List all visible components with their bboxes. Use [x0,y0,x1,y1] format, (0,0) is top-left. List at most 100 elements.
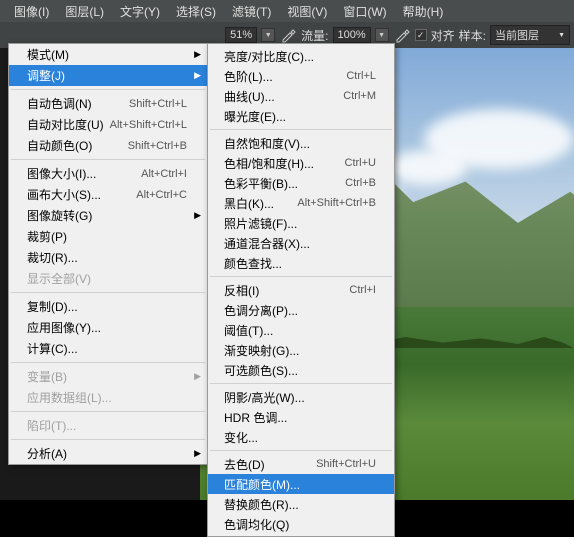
menu-item-label: 阈值(T)... [224,322,376,339]
menubar-item[interactable]: 选择(S) [168,3,224,20]
menu-item[interactable]: 裁切(R)... [9,247,207,268]
menu-item[interactable]: 图像旋转(G) ▶ [9,205,207,226]
menu-item[interactable]: 匹配颜色(M)... [208,474,394,494]
menu-item[interactable]: 曝光度(E)... [208,106,394,126]
menu-item-label: 自然饱和度(V)... [224,135,376,152]
menu-item-label: 计算(C)... [27,340,187,357]
menu-item[interactable]: 色调分离(P)... [208,300,394,320]
menu-shortcut: Ctrl+M [343,90,376,102]
menu-shortcut: Ctrl+I [349,284,376,296]
menu-item[interactable]: 自然饱和度(V)... [208,133,394,153]
menu-item[interactable]: 去色(D)Shift+Ctrl+U [208,454,394,474]
menubar-item[interactable]: 窗口(W) [335,3,394,20]
menu-item[interactable]: 变化... [208,427,394,447]
menu-item[interactable]: 渐变映射(G)... [208,340,394,360]
menu-separator [11,411,205,412]
menu-item[interactable]: 替换颜色(R)... [208,494,394,514]
menu-item[interactable]: 照片滤镜(F)... [208,213,394,233]
menu-item-label: 图像旋转(G) [27,207,187,224]
menu-item-label: 图像大小(I)... [27,165,141,182]
menu-item-label: 去色(D) [224,456,316,473]
menu-item-label: 色调均化(Q) [224,516,376,533]
sample-dropdown[interactable]: 当前图层 ▼ [490,25,570,45]
submenu-arrow-icon: ▶ [194,210,201,221]
align-checkbox[interactable]: ✓ [415,29,427,41]
menu-item: 陷印(T)... [9,415,207,436]
menu-item-label: 自动色调(N) [27,95,129,112]
opacity-dropdown-icon[interactable]: ▼ [261,28,275,42]
menu-shortcut: Ctrl+U [345,157,376,169]
menu-item[interactable]: 复制(D)... [9,296,207,317]
menu-item-label: 渐变映射(G)... [224,342,376,359]
menu-item[interactable]: 图像大小(I)...Alt+Ctrl+I [9,163,207,184]
menu-shortcut: Shift+Ctrl+L [129,98,187,110]
menu-item-label: 反相(I) [224,282,349,299]
menu-item[interactable]: 自动色调(N)Shift+Ctrl+L [9,93,207,114]
menu-item[interactable]: 阴影/高光(W)... [208,387,394,407]
menu-item: 显示全部(V) [9,268,207,289]
menu-item[interactable]: 黑白(K)...Alt+Shift+Ctrl+B [208,193,394,213]
menu-item-label: 变化... [224,429,376,446]
menu-item-label: 调整(J) [27,67,187,84]
menu-item-label: 曝光度(E)... [224,108,376,125]
menu-item[interactable]: 通道混合器(X)... [208,233,394,253]
menu-item-label: 陷印(T)... [27,417,187,434]
menubar-item[interactable]: 文字(Y) [112,3,168,20]
submenu-arrow-icon: ▶ [194,49,201,60]
menu-item-label: 黑白(K)... [224,195,297,212]
menu-item[interactable]: 阈值(T)... [208,320,394,340]
menu-item-label: 模式(M) [27,46,187,63]
menubar-item[interactable]: 图层(L) [57,3,112,20]
submenu-arrow-icon: ▶ [194,371,201,382]
menu-item[interactable]: 裁剪(P) [9,226,207,247]
menu-item-label: 阴影/高光(W)... [224,389,376,406]
menubar-item[interactable]: 视图(V) [279,3,335,20]
flow-value[interactable]: 100% [333,27,371,43]
menu-item-label: 应用图像(Y)... [27,319,187,336]
menu-item[interactable]: 颜色查找... [208,253,394,273]
menu-item[interactable]: 调整(J)▶ [9,65,207,86]
menu-item[interactable]: 分析(A)▶ [9,443,207,464]
menu-shortcut: Shift+Ctrl+U [316,458,376,470]
menu-item[interactable]: 应用图像(Y)... [9,317,207,338]
menu-item[interactable]: 自动对比度(U)Alt+Shift+Ctrl+L [9,114,207,135]
menu-item[interactable]: 色调均化(Q) [208,514,394,534]
menu-item-label: 亮度/对比度(C)... [224,48,376,65]
menu-item-label: 可选颜色(S)... [224,362,376,379]
menubar-item[interactable]: 滤镜(T) [224,3,279,20]
menu-item[interactable]: 色相/饱和度(H)...Ctrl+U [208,153,394,173]
menu-shortcut: Alt+Ctrl+C [136,189,187,201]
menu-item[interactable]: 色阶(L)...Ctrl+L [208,66,394,86]
menu-item[interactable]: 曲线(U)...Ctrl+M [208,86,394,106]
menu-item[interactable]: HDR 色调... [208,407,394,427]
menu-item[interactable]: 自动颜色(O)Shift+Ctrl+B [9,135,207,156]
menu-item-label: 色调分离(P)... [224,302,376,319]
menu-shortcut: Alt+Ctrl+I [141,168,187,180]
menu-item-label: 裁切(R)... [27,249,187,266]
flow-dropdown-icon[interactable]: ▼ [375,28,389,42]
menu-shortcut: Ctrl+B [345,177,376,189]
pressure-opacity-icon[interactable] [279,27,297,43]
menu-item-label: 颜色查找... [224,255,376,272]
menu-separator [210,383,392,384]
menu-shortcut: Ctrl+L [346,70,376,82]
menu-item[interactable]: 亮度/对比度(C)... [208,46,394,66]
menu-item[interactable]: 可选颜色(S)... [208,360,394,380]
menu-item-label: 色阶(L)... [224,68,346,85]
menu-item-label: 曲线(U)... [224,88,343,105]
airbrush-icon[interactable] [393,27,411,43]
opacity-value[interactable]: 51% [225,27,257,43]
menu-item-label: 变量(B) [27,368,187,385]
menu-item[interactable]: 模式(M) ▶ [9,44,207,65]
menu-item[interactable]: 计算(C)... [9,338,207,359]
menu-item[interactable]: 画布大小(S)...Alt+Ctrl+C [9,184,207,205]
menu-item[interactable]: 色彩平衡(B)...Ctrl+B [208,173,394,193]
chevron-down-icon: ▼ [558,32,565,39]
menu-separator [11,159,205,160]
menubar-item[interactable]: 图像(I) [6,3,57,20]
menu-item[interactable]: 反相(I)Ctrl+I [208,280,394,300]
menu-item-label: 画布大小(S)... [27,186,136,203]
image-menu: 模式(M)▶调整(J)▶自动色调(N)Shift+Ctrl+L自动对比度(U)A… [8,43,208,465]
menu-item-label: 裁剪(P) [27,228,187,245]
menubar-item[interactable]: 帮助(H) [395,3,452,20]
